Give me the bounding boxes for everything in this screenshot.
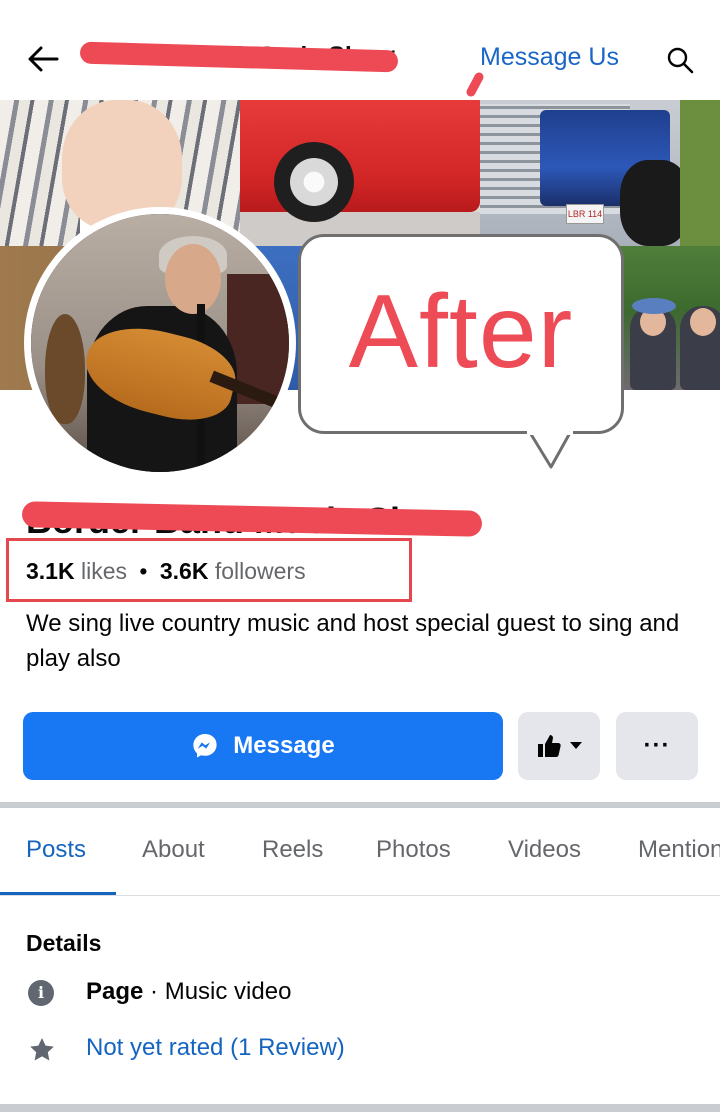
top-bar: Border Band Music Show Message Us [0, 0, 720, 100]
page-description: We sing live country music and host spec… [26, 610, 680, 672]
rating-link[interactable]: Not yet rated (1 Review) [86, 1034, 345, 1062]
profile-tabs: Posts About Reels Photos Videos Mentions [0, 808, 720, 896]
tab-posts[interactable]: Posts [26, 836, 86, 864]
followers-count: 3.6K [159, 558, 209, 584]
search-icon [667, 47, 694, 74]
after-speech-bubble: After [298, 234, 624, 469]
back-button[interactable] [22, 38, 64, 80]
speech-bubble-tail-icon [527, 429, 573, 469]
info-icon: i [28, 980, 54, 1006]
followers-label: followers [214, 558, 306, 584]
tab-about[interactable]: About [142, 836, 205, 864]
likes-count: 3.1K [26, 558, 75, 584]
page-type-label: Page [86, 978, 144, 1005]
tab-photos[interactable]: Photos [376, 836, 451, 864]
messenger-icon [193, 734, 217, 758]
section-divider-bottom [0, 1104, 720, 1112]
page-category: Page · Music video [86, 978, 291, 1006]
message-us-link[interactable]: Message Us [480, 43, 619, 72]
cover-tile-truck: LBR 114 [480, 100, 720, 246]
redaction-mark [464, 70, 486, 99]
chevron-down-icon [570, 742, 582, 749]
more-options-button[interactable]: ··· [616, 712, 698, 780]
page-stats: 3.1K likes • 3.6K followers [26, 558, 306, 585]
after-label: After [348, 274, 574, 390]
arrow-left-icon [28, 46, 59, 72]
message-button-label: Message [233, 732, 335, 759]
stats-separator: • [139, 558, 148, 584]
like-button[interactable] [518, 712, 600, 780]
star-icon [30, 1038, 54, 1061]
page-type-value: · Music video [143, 978, 292, 1005]
tab-mentions[interactable]: Mentions [638, 836, 720, 864]
tabs-divider [0, 895, 720, 896]
search-button[interactable] [660, 40, 700, 80]
profile-avatar[interactable] [24, 207, 296, 479]
message-button[interactable]: Message [23, 712, 503, 780]
details-heading: Details [26, 930, 102, 956]
truck-plate: LBR 114 [566, 204, 604, 224]
tab-videos[interactable]: Videos [508, 836, 581, 864]
thumbs-up-icon [538, 735, 561, 757]
profile-photo [31, 214, 289, 472]
tab-reels[interactable]: Reels [262, 836, 323, 864]
more-icon: ··· [643, 732, 671, 759]
likes-label: likes [80, 558, 127, 584]
